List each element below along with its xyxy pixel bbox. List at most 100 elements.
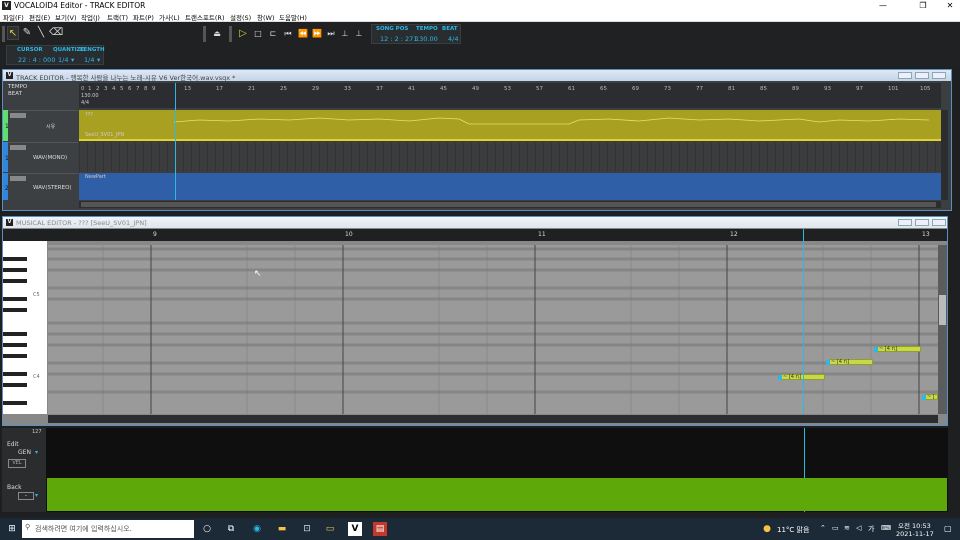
menu-track[interactable]: 트랙(T) <box>107 12 128 22</box>
rewind-icon[interactable]: ⏪ <box>297 27 309 41</box>
panel-minimize-button[interactable] <box>898 219 912 226</box>
mute-solo-buttons[interactable] <box>10 113 26 118</box>
tempo-marker[interactable]: 130.00 <box>81 93 99 99</box>
arrow-tool-icon[interactable]: ↖ <box>7 26 19 40</box>
menu-part[interactable]: 파트(P) <box>133 12 154 22</box>
length-select[interactable]: 1/4 <box>84 56 94 64</box>
eraser-tool-icon[interactable]: ⌫ <box>49 26 63 40</box>
mute-solo-buttons[interactable] <box>10 176 26 181</box>
loop-icon[interactable]: ⊏ <box>267 27 279 41</box>
mute-solo-buttons[interactable] <box>10 145 26 150</box>
store-icon[interactable]: ⊡ <box>300 522 314 536</box>
wifi-icon[interactable]: ≋ <box>844 524 850 532</box>
grip-handle[interactable] <box>203 26 206 42</box>
vel-button[interactable]: VEL <box>8 459 26 468</box>
folder-icon[interactable]: ▭ <box>323 522 337 536</box>
black-key[interactable] <box>3 372 27 376</box>
menu-file[interactable]: 파일(F) <box>3 12 24 22</box>
wav-mono-lane[interactable] <box>79 142 941 172</box>
beat-marker[interactable]: 4/4 <box>81 100 89 106</box>
black-key[interactable] <box>3 354 27 358</box>
chevron-down-icon[interactable]: ▾ <box>97 56 100 64</box>
scroll-thumb[interactable] <box>939 295 946 325</box>
menu-window[interactable]: 창(W) <box>257 12 274 22</box>
black-key[interactable] <box>3 343 27 347</box>
playhead[interactable] <box>175 83 176 200</box>
line-tool-icon[interactable]: ╲ <box>35 26 47 40</box>
chevron-down-icon[interactable]: ▾ <box>35 492 38 499</box>
maximize-button[interactable]: ❐ <box>908 0 938 11</box>
clock-time[interactable]: 오전 10:53 <box>898 520 931 530</box>
forward-end-icon[interactable]: ⏭ <box>325 27 337 41</box>
vertical-scrollbar[interactable] <box>938 245 947 414</box>
black-key[interactable] <box>3 297 27 301</box>
black-key[interactable] <box>3 257 27 261</box>
metronome-icon[interactable]: ⏏ <box>211 27 223 41</box>
play-icon[interactable]: ▷ <box>237 27 249 41</box>
menu-settings[interactable]: 설정(S) <box>230 12 251 22</box>
weather-icon[interactable]: ● <box>760 522 774 536</box>
close-button[interactable]: ✕ <box>935 0 960 11</box>
punch-marker-icon[interactable]: ⊥ <box>353 27 365 41</box>
grip-handle[interactable] <box>229 26 232 42</box>
network-icon[interactable]: ▭ <box>832 524 839 532</box>
quantize-select[interactable]: 1/4 <box>58 56 68 64</box>
menu-lyrics[interactable]: 가사(L) <box>159 12 180 22</box>
menu-transport[interactable]: 트랜스포트(R) <box>185 12 225 22</box>
note[interactable]: ~ [4 r\] <box>826 359 873 365</box>
horizontal-scrollbar[interactable] <box>79 201 941 208</box>
velocity-area[interactable] <box>47 478 947 511</box>
piano-keyboard[interactable]: C5 C4 <box>3 241 47 414</box>
menu-edit[interactable]: 편집(E) <box>29 12 50 22</box>
record-marker-icon[interactable]: ⊥ <box>339 27 351 41</box>
black-key[interactable] <box>3 268 27 272</box>
chevron-down-icon[interactable]: ▾ <box>71 56 74 64</box>
black-key[interactable] <box>3 279 27 283</box>
clock-date[interactable]: 2021-11-17 <box>896 530 934 538</box>
scroll-thumb[interactable] <box>81 202 936 207</box>
rewind-start-icon[interactable]: ⏮ <box>282 27 294 41</box>
wav-stereo-part[interactable]: NewPart <box>79 173 941 200</box>
track-header-1[interactable]: 1 시유 <box>5 110 78 141</box>
keyboard-icon[interactable]: ⌨ <box>881 524 891 532</box>
track-ruler[interactable]: 0 1 2 3 4 5 6 7 8 9 13 17 21 25 29 33 37… <box>79 83 941 108</box>
tray-chevron-icon[interactable]: ⌃ <box>820 524 826 532</box>
black-key[interactable] <box>3 401 27 405</box>
windows-start-icon[interactable]: ⊞ <box>5 522 19 536</box>
edit-select[interactable]: GEN <box>18 449 31 456</box>
horizontal-scrollbar[interactable] <box>48 415 938 423</box>
grip-handle[interactable] <box>2 26 5 42</box>
playhead[interactable] <box>803 229 804 414</box>
menu-view[interactable]: 보기(V) <box>55 12 76 22</box>
back-select[interactable]: - <box>18 492 34 500</box>
ime-lang-indicator[interactable]: 가 <box>868 524 874 534</box>
panel-minimize-button[interactable] <box>898 72 912 79</box>
track-header-3[interactable]: 2 WAV(STEREO) <box>5 173 78 200</box>
panel-close-button[interactable] <box>932 72 946 79</box>
piano-roll[interactable]: ~ [4 r\] ~ [4 r\] ~ [4 r\] ~ [ ↖ <box>48 229 938 414</box>
note[interactable]: ~ [4 r\] <box>874 346 921 352</box>
vocaloid-taskbar-icon[interactable]: V <box>348 522 362 536</box>
black-key[interactable] <box>3 383 27 387</box>
volume-icon[interactable]: ◁ <box>856 524 861 532</box>
file-explorer-icon[interactable]: ▬ <box>275 522 289 536</box>
menu-help[interactable]: 도움말(H) <box>279 12 307 22</box>
weather-text[interactable]: 11°C 맑음 <box>777 525 809 535</box>
track-header-2[interactable]: 1 WAV(MONO) <box>5 142 78 172</box>
panel-maximize-button[interactable] <box>915 219 929 226</box>
bar-ruler[interactable]: 9 10 11 12 13 <box>3 229 947 241</box>
menu-job[interactable]: 작업(J) <box>81 12 100 22</box>
vocal-part[interactable]: ??? SeeU_SV01_JPN <box>79 110 941 141</box>
minimize-button[interactable]: — <box>868 0 898 11</box>
stop-icon[interactable]: □ <box>252 27 264 41</box>
note[interactable]: ~ [ <box>922 394 938 400</box>
pencil-tool-icon[interactable]: ✎ <box>21 26 33 40</box>
cortana-icon[interactable]: ○ <box>200 522 214 536</box>
search-input[interactable]: ⚲ 검색하려면 여기에 입력하십시오. <box>22 520 194 538</box>
task-view-icon[interactable]: ⧉ <box>224 522 238 536</box>
app-taskbar-icon[interactable]: ▤ <box>373 522 387 536</box>
edge-icon[interactable]: ◉ <box>250 522 264 536</box>
panel-maximize-button[interactable] <box>915 72 929 79</box>
black-key[interactable] <box>3 308 27 312</box>
notification-icon[interactable]: ▢ <box>944 524 952 533</box>
